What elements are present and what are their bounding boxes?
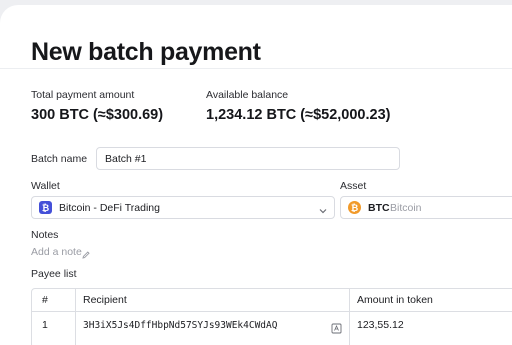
column-header-amount: Amount in token (357, 294, 433, 306)
total-payment-label: Total payment amount (31, 89, 135, 101)
bitcoin-icon: ₿ (348, 201, 361, 214)
pencil-icon (81, 247, 91, 265)
wallet-select[interactable]: ₿ Bitcoin - DeFi Trading (31, 196, 335, 219)
column-divider (75, 289, 76, 345)
page-title: New batch payment (31, 38, 261, 66)
wallet-label: Wallet (31, 180, 60, 192)
address-book-icon[interactable] (331, 321, 342, 339)
payee-list-label: Payee list (31, 268, 77, 280)
row-recipient[interactable]: 3H3iX5Js4DffHbpNd57SYJs93WEk4CWdAQ (83, 320, 277, 331)
wallet-value: Bitcoin - DeFi Trading (59, 202, 160, 214)
header-row-divider (32, 311, 512, 312)
batch-name-value: Batch #1 (105, 153, 147, 165)
column-header-recipient: Recipient (83, 294, 127, 306)
batch-name-input[interactable]: Batch #1 (96, 147, 400, 170)
chevron-down-icon (318, 203, 328, 221)
add-note-placeholder: Add a note (31, 246, 82, 258)
asset-symbol: BTC (368, 202, 390, 214)
batch-payment-panel: New batch payment Total payment amount 3… (0, 5, 512, 345)
notes-label: Notes (31, 229, 59, 241)
asset-label: Asset (340, 180, 367, 192)
column-header-index: # (42, 294, 48, 306)
available-balance-label: Available balance (206, 89, 289, 101)
total-payment-value: 300 BTC (≈$300.69) (31, 107, 164, 123)
column-divider (349, 289, 350, 345)
row-index: 1 (42, 319, 48, 331)
asset-select[interactable]: ₿ BTC Bitcoin (340, 196, 512, 219)
asset-name: Bitcoin (390, 202, 422, 214)
header-divider (0, 68, 512, 69)
available-balance-value: 1,234.12 BTC (≈$52,000.23) (206, 107, 391, 123)
svg-text:₿: ₿ (351, 203, 358, 214)
payee-table: # Recipient Amount in token 1 3H3iX5Js4D… (31, 288, 512, 345)
svg-text:₿: ₿ (42, 203, 49, 214)
row-amount[interactable]: 123,55.12 (357, 319, 404, 331)
wallet-bitcoin-icon: ₿ (39, 201, 52, 214)
batch-name-label: Batch name (31, 153, 88, 165)
